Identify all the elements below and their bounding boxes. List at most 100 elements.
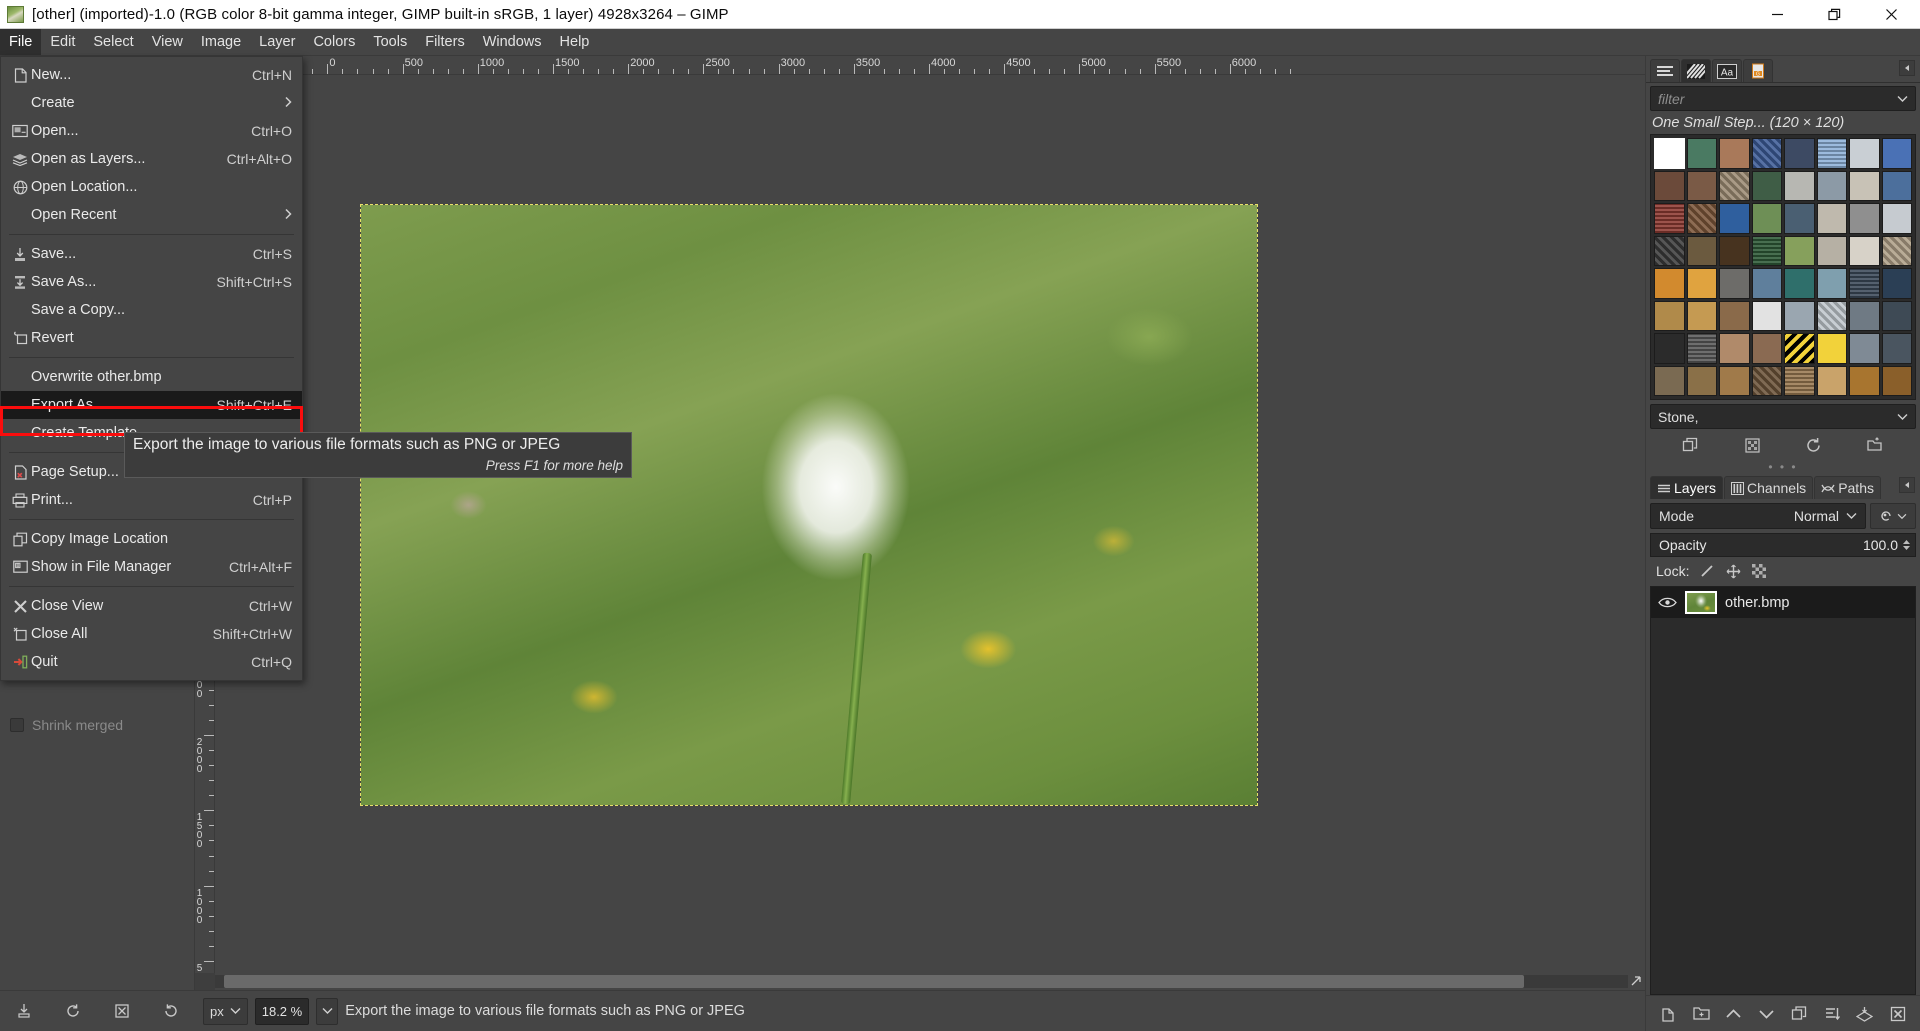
shrink-merged-checkbox[interactable]	[10, 718, 24, 732]
merge-down-icon[interactable]	[1853, 1002, 1877, 1026]
menu-help[interactable]: Help	[551, 29, 599, 55]
layer-visibility-icon[interactable]	[1657, 596, 1677, 609]
pattern-swatch[interactable]	[1849, 333, 1880, 364]
menu-item-overwrite-other-bmp[interactable]: Overwrite other.bmp	[1, 363, 302, 391]
pattern-swatch[interactable]	[1817, 138, 1848, 169]
pattern-swatch[interactable]	[1719, 366, 1750, 397]
tab-paths[interactable]: Paths	[1814, 476, 1881, 499]
canvas[interactable]	[215, 75, 1645, 973]
tab-channels[interactable]: Channels	[1724, 476, 1813, 499]
pattern-swatch[interactable]	[1817, 236, 1848, 267]
pattern-swatch[interactable]	[1752, 138, 1783, 169]
pattern-swatch[interactable]	[1654, 138, 1685, 169]
pattern-swatch[interactable]	[1719, 333, 1750, 364]
menu-colors[interactable]: Colors	[304, 29, 364, 55]
pattern-swatch[interactable]	[1752, 333, 1783, 364]
pattern-swatch[interactable]	[1719, 171, 1750, 202]
maximize-button[interactable]	[1806, 0, 1863, 29]
tab-layers[interactable]: Layers	[1650, 476, 1723, 499]
pattern-swatch[interactable]	[1687, 138, 1718, 169]
open-pattern-folder-icon[interactable]	[1863, 434, 1887, 456]
brushes-tab[interactable]	[1650, 59, 1680, 82]
pattern-swatch[interactable]	[1817, 333, 1848, 364]
menu-view[interactable]: View	[143, 29, 192, 55]
pattern-swatch[interactable]	[1882, 366, 1913, 397]
delete-tool-preset-icon[interactable]	[109, 998, 135, 1024]
menu-windows[interactable]: Windows	[474, 29, 551, 55]
pattern-swatch[interactable]	[1752, 203, 1783, 234]
pattern-swatch[interactable]	[1719, 301, 1750, 332]
pattern-swatch[interactable]	[1654, 366, 1685, 397]
lock-position-icon[interactable]	[1725, 563, 1741, 579]
horizontal-scrollbar-thumb[interactable]	[224, 975, 1524, 988]
pattern-swatch[interactable]	[1882, 138, 1913, 169]
fonts-tab[interactable]: Aa	[1712, 59, 1742, 82]
unit-selector[interactable]: px	[203, 998, 248, 1025]
pattern-swatch[interactable]	[1849, 236, 1880, 267]
file-menu-popup[interactable]: New...Ctrl+NCreateOpen...Ctrl+OOpen as L…	[0, 56, 303, 681]
pattern-swatch[interactable]	[1849, 171, 1880, 202]
navigation-preview-icon[interactable]	[1628, 976, 1645, 987]
menu-select[interactable]: Select	[84, 29, 142, 55]
menu-file[interactable]: File	[0, 29, 41, 55]
layer-list[interactable]: other.bmp	[1650, 586, 1916, 995]
pattern-swatch[interactable]	[1784, 203, 1815, 234]
pattern-swatch[interactable]	[1654, 236, 1685, 267]
pattern-swatch[interactable]	[1784, 333, 1815, 364]
menu-item-save-as[interactable]: Save As...Shift+Ctrl+S	[1, 268, 302, 296]
pattern-swatch[interactable]	[1882, 333, 1913, 364]
menu-item-revert[interactable]: Revert	[1, 324, 302, 352]
pattern-swatch[interactable]	[1752, 366, 1783, 397]
opacity-spinner[interactable]	[1902, 539, 1911, 551]
pattern-swatch[interactable]	[1752, 236, 1783, 267]
menu-item-print[interactable]: Print...Ctrl+P	[1, 486, 302, 514]
menu-item-close-view[interactable]: Close ViewCtrl+W	[1, 592, 302, 620]
pattern-swatch[interactable]	[1654, 301, 1685, 332]
menu-item-export-as[interactable]: Export As...Shift+Ctrl+E	[1, 391, 302, 419]
menu-item-new[interactable]: New...Ctrl+N	[1, 61, 302, 89]
pattern-swatch[interactable]	[1687, 333, 1718, 364]
menu-item-close-all[interactable]: Close AllShift+Ctrl+W	[1, 620, 302, 648]
delete-layer-icon[interactable]	[1886, 1002, 1910, 1026]
pattern-swatch[interactable]	[1784, 138, 1815, 169]
close-button[interactable]	[1863, 0, 1920, 29]
pattern-swatch[interactable]	[1654, 333, 1685, 364]
lock-alpha-icon[interactable]	[1751, 563, 1767, 579]
menu-item-copy-image-location[interactable]: Copy Image Location	[1, 525, 302, 553]
pattern-swatch[interactable]	[1719, 203, 1750, 234]
menu-item-quit[interactable]: QuitCtrl+Q	[1, 648, 302, 676]
pattern-swatch[interactable]	[1654, 171, 1685, 202]
minimize-button[interactable]	[1749, 0, 1806, 29]
pattern-swatch[interactable]	[1719, 268, 1750, 299]
pattern-swatch[interactable]	[1687, 171, 1718, 202]
pattern-swatch[interactable]	[1849, 203, 1880, 234]
menu-edit[interactable]: Edit	[41, 29, 84, 55]
pattern-swatch[interactable]	[1784, 268, 1815, 299]
menu-item-show-in-file-manager[interactable]: Show in File ManagerCtrl+Alt+F	[1, 553, 302, 581]
table-row[interactable]: other.bmp	[1651, 587, 1915, 618]
menu-image[interactable]: Image	[192, 29, 250, 55]
layers-dock-menu-button[interactable]	[1899, 477, 1915, 493]
lower-layer-icon[interactable]	[1755, 1002, 1779, 1026]
pattern-swatch[interactable]	[1752, 301, 1783, 332]
reset-tool-options-icon[interactable]	[158, 998, 184, 1024]
pattern-swatch[interactable]	[1687, 203, 1718, 234]
refresh-patterns-icon[interactable]	[1802, 434, 1826, 456]
delete-pattern-icon[interactable]	[1740, 434, 1764, 456]
layer-mode-switch-button[interactable]	[1870, 503, 1916, 529]
save-tool-preset-icon[interactable]	[11, 998, 37, 1024]
layer-opacity-row[interactable]: Opacity 100.0	[1650, 533, 1916, 557]
anchor-layer-icon[interactable]	[1820, 1002, 1844, 1026]
pattern-swatch[interactable]	[1687, 366, 1718, 397]
layer-mode-selector[interactable]: Mode Normal	[1650, 503, 1866, 529]
menu-item-open-as-layers[interactable]: Open as Layers...Ctrl+Alt+O	[1, 145, 302, 173]
menu-item-open[interactable]: Open...Ctrl+O	[1, 117, 302, 145]
pattern-swatch[interactable]	[1752, 171, 1783, 202]
duplicate-layer-icon[interactable]	[1787, 1002, 1811, 1026]
lock-pixels-icon[interactable]	[1699, 563, 1715, 579]
menu-filters[interactable]: Filters	[416, 29, 473, 55]
pattern-swatch[interactable]	[1817, 268, 1848, 299]
new-layer-group-icon[interactable]	[1689, 1002, 1713, 1026]
pattern-swatch[interactable]	[1784, 236, 1815, 267]
pattern-swatch[interactable]	[1784, 171, 1815, 202]
